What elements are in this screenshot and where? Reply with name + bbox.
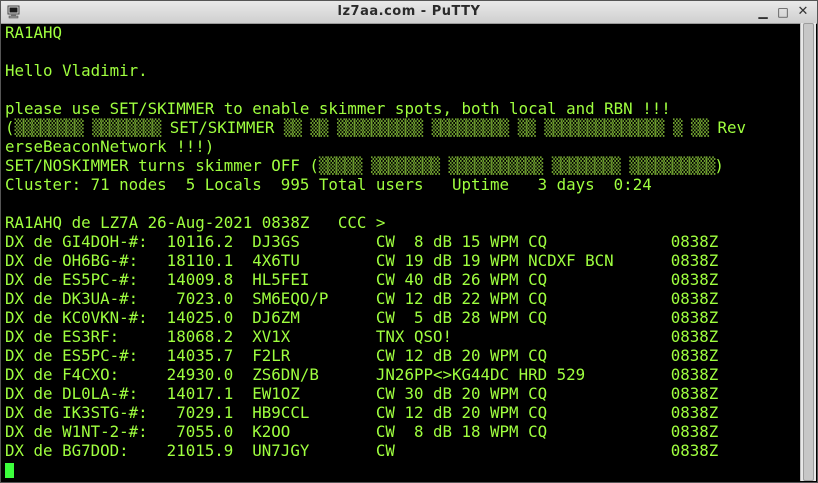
- dx-spot-line: DX de F4CXO: 24930.0 ZS6DN/B JN26PP<>KG4…: [5, 365, 719, 384]
- dx-spot-line: DX de IK3STG-#: 7029.1 HB9CCL CW 12 dB 2…: [5, 403, 719, 422]
- wrapped-text-start: Rev: [717, 118, 747, 137]
- garbled-text: ▒▒▒▒▒▒▒▒▒▒: [629, 156, 715, 175]
- dx-spot-line: DX de KC0VKN-#: 14025.0 DJ6ZM CW 5 dB 28…: [5, 308, 719, 327]
- garbled-text: ▒▒▒▒▒▒▒▒: [370, 156, 440, 175]
- dx-spot-line: DX de OH6BG-#: 18110.1 4X6TU CW 19 dB 19…: [5, 251, 719, 270]
- window-title: lz7aa.com - PuTTY: [337, 4, 481, 19]
- vertical-scrollbar[interactable]: [800, 23, 816, 481]
- garbled-line-2: erseBeaconNetwork !!!): [5, 137, 215, 156]
- paren-close: ): [714, 156, 724, 175]
- garbled-line-1: (▒▒▒▒▒▒▒▒ ▒▒▒▒▒▒▒▒ SET/SKIMMER ▒▒ ▒▒ ▒▒▒…: [5, 118, 747, 137]
- title-bar[interactable]: lz7aa.com - PuTTY ▁ □ ✕: [1, 1, 817, 24]
- cluster-status-line: Cluster: 71 nodes 5 Locals 995 Total use…: [5, 175, 652, 194]
- garbled-text: ▒▒▒▒▒▒▒▒▒▒▒: [448, 156, 544, 175]
- dx-spot-line: DX de DL0LA-#: 14017.1 EW1OZ CW 30 dB 20…: [5, 384, 719, 403]
- scrollbar-thumb[interactable]: [803, 23, 814, 481]
- close-button[interactable]: ✕: [795, 4, 811, 20]
- terminal-area[interactable]: RA1AHQ Hello Vladimir. please use SET/SK…: [5, 23, 800, 481]
- dx-spot-line: DX de ES5PC-#: 14035.7 F2LR CW 12 dB 20 …: [5, 346, 719, 365]
- garbled-text: ▒▒▒▒▒▒▒▒: [14, 118, 84, 137]
- prompt-line: RA1AHQ de LZ7A 26-Aug-2021 0838Z CCC >: [5, 213, 386, 232]
- garbled-text: ▒▒▒▒▒▒▒▒▒: [431, 118, 510, 137]
- garbled-text: ▒▒: [690, 118, 709, 137]
- garbled-text: ▒: [672, 118, 682, 137]
- minimize-button[interactable]: ▁: [755, 4, 771, 20]
- input-line[interactable]: [5, 460, 800, 479]
- noskimmer-line: SET/NOSKIMMER turns skimmer OFF (▒▒▒▒▒ ▒…: [5, 156, 800, 175]
- dx-spot-line: DX de BG7DOD: 21015.9 UN7JGY CW 0838Z: [5, 441, 719, 460]
- callsign-line: RA1AHQ: [5, 23, 63, 42]
- noskimmer-text: SET/NOSKIMMER turns skimmer OFF (: [5, 156, 319, 175]
- dx-spot-line: DX de ES3RF: 18068.2 XV1X TNX QSO! 0838Z: [5, 327, 719, 346]
- garbled-text: ▒▒: [283, 118, 302, 137]
- set-skimmer-command: SET/SKIMMER: [169, 118, 275, 137]
- skimmer-notice-line: please use SET/SKIMMER to enable skimmer…: [5, 99, 671, 118]
- putty-window: lz7aa.com - PuTTY ▁ □ ✕ RA1AHQ Hello Vla…: [0, 0, 818, 483]
- dx-spot-line: DX de GI4DOH-#: 10116.2 DJ3GS CW 8 dB 15…: [5, 232, 719, 251]
- maximize-button[interactable]: □: [775, 4, 791, 20]
- garbled-text: ▒▒▒▒▒▒▒▒: [92, 118, 161, 137]
- dx-spot-line: DX de DK3UA-#: 7023.0 SM6EQO/P CW 12 dB …: [5, 289, 719, 308]
- text-cursor: [5, 463, 14, 478]
- dx-spot-line: DX de W1NT-2-#: 7055.0 K2OO CW 8 dB 18 W…: [5, 422, 719, 441]
- dx-spot-line: DX de ES5PC-#: 14009.8 HL5FEI CW 40 dB 2…: [5, 270, 719, 289]
- garbled-text: ▒▒: [517, 118, 536, 137]
- garbled-text: ▒▒▒▒▒▒▒▒: [551, 156, 621, 175]
- garbled-text: ▒▒▒▒▒▒▒▒▒▒▒▒▒▒: [544, 118, 664, 137]
- garbled-text: ▒▒▒▒▒▒▒▒▒▒: [336, 118, 423, 137]
- garbled-text: ▒▒: [310, 118, 328, 137]
- garbled-text: ▒▒▒▒▒: [318, 156, 363, 175]
- greeting-line: Hello Vladimir.: [5, 61, 148, 80]
